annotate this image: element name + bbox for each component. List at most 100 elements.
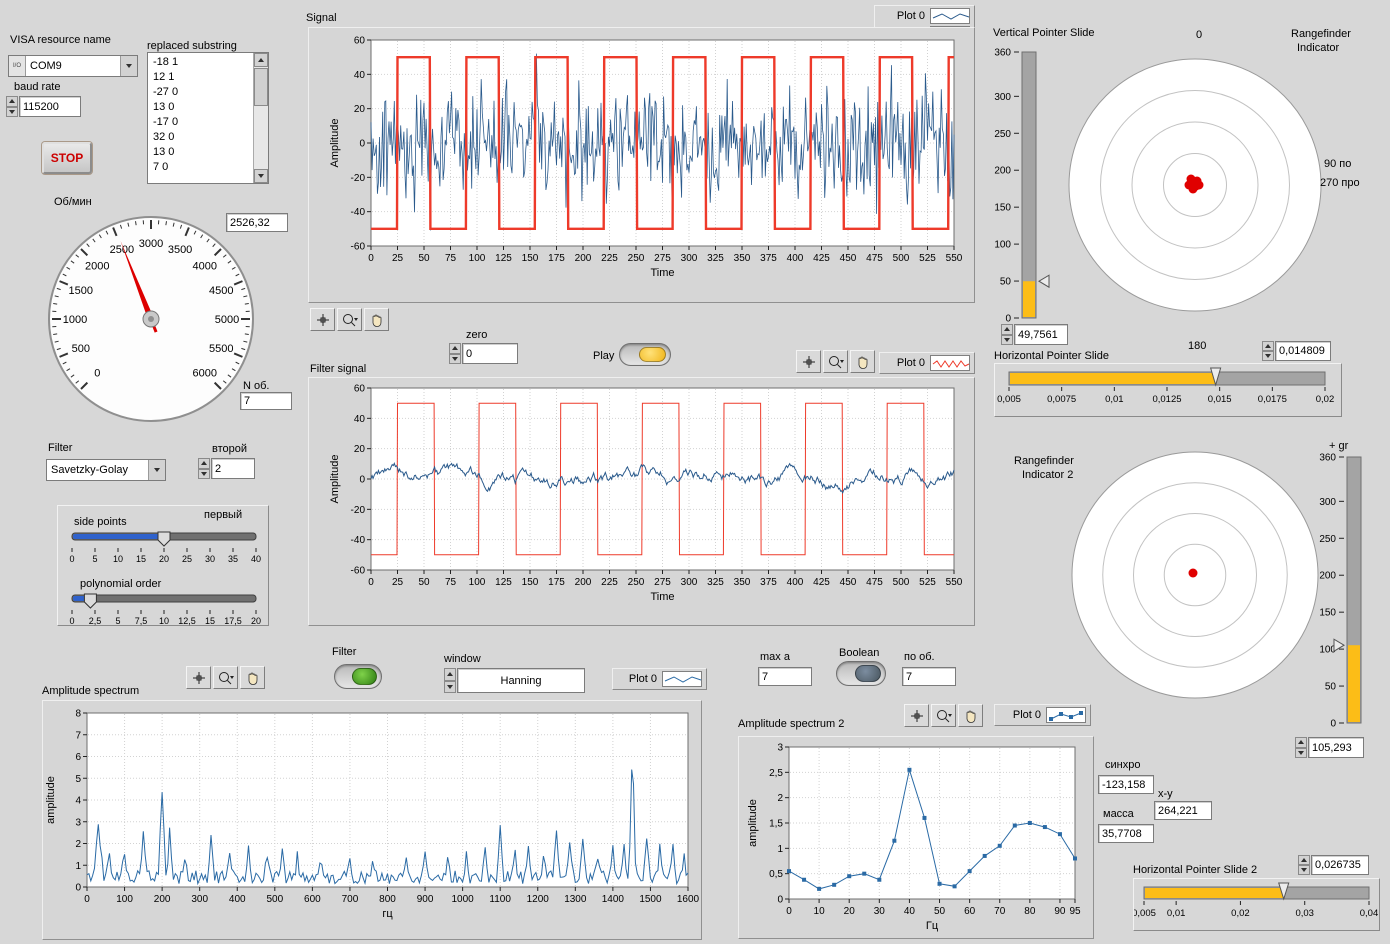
pan-tool-button[interactable]	[958, 704, 983, 727]
list-item[interactable]: -17 0	[150, 115, 252, 130]
legend-item[interactable]: Plot 0	[615, 670, 704, 688]
filter-legend[interactable]: Plot 0	[879, 352, 975, 374]
increment-icon[interactable]	[198, 458, 210, 469]
svg-text:1500: 1500	[639, 894, 662, 905]
visa-resource-combo[interactable]: I/O COM9	[8, 55, 138, 77]
increment-icon[interactable]	[1295, 737, 1307, 748]
legend-item[interactable]: Plot 0	[877, 7, 972, 25]
baud-rate-value[interactable]: 115200	[19, 96, 81, 117]
horizontal-pointer-slide[interactable]: 0,0050,00750,010,01250,0150,01750,02	[995, 364, 1341, 416]
increment-icon[interactable]	[6, 96, 18, 107]
combo-dropdown-arrow-icon[interactable]	[120, 56, 137, 76]
svg-text:40: 40	[251, 554, 261, 564]
hps2-value[interactable]: 0,026735	[1311, 855, 1369, 875]
filter-led-toggle[interactable]	[334, 664, 382, 689]
filter-ring-label: Filter	[48, 442, 72, 454]
increment-icon[interactable]	[1262, 341, 1274, 351]
spectrum-graph-palette[interactable]	[186, 666, 265, 689]
svg-text:475: 475	[866, 577, 883, 588]
list-item[interactable]: 13 0	[150, 100, 252, 115]
vps1-value[interactable]: 49,7561	[1014, 324, 1068, 345]
filter-graph-palette[interactable]	[796, 350, 875, 373]
decrement-icon[interactable]	[1295, 748, 1307, 759]
filter-sliders-panel: side points первый 0510152025303540 poly…	[57, 505, 269, 626]
hps2-digital-display[interactable]: 0,026735	[1298, 855, 1369, 875]
vertical-pointer-slide-2[interactable]: 050100150200250300360	[1305, 445, 1385, 735]
visa-resource-value: COM9	[26, 56, 120, 76]
zoom-tool-button[interactable]	[931, 704, 956, 727]
window-value[interactable]: Hanning	[457, 668, 585, 693]
window-control[interactable]: Hanning	[444, 668, 585, 693]
spectrum2-graph-palette[interactable]	[904, 704, 983, 727]
vertical-pointer-slide[interactable]: 050100150200250300360	[978, 42, 1056, 328]
increment-icon[interactable]	[1001, 324, 1013, 335]
cursor-tool-button[interactable]	[310, 308, 335, 331]
zoom-tool-button[interactable]	[213, 666, 238, 689]
decrement-icon[interactable]	[1001, 335, 1013, 346]
pan-tool-button[interactable]	[364, 308, 389, 331]
side-points-slider[interactable]: 0510152025303540	[64, 526, 264, 570]
cursor-tool-button[interactable]	[796, 350, 821, 373]
cursor-tool-button[interactable]	[904, 704, 929, 727]
decrement-icon[interactable]	[1262, 351, 1274, 361]
ring-dropdown-arrow-icon[interactable]	[148, 460, 165, 480]
pan-tool-button[interactable]	[850, 350, 875, 373]
svg-text:30: 30	[205, 554, 215, 564]
svg-text:5: 5	[92, 554, 97, 564]
vps2-value[interactable]: 105,293	[1308, 737, 1364, 758]
listbox-items[interactable]: -18 112 1-27 013 0-17 032 013 07 0	[150, 55, 252, 181]
play-toggle[interactable]	[619, 343, 671, 366]
increment-icon[interactable]	[1298, 855, 1310, 865]
vps1-digital-display[interactable]: 49,7561	[1001, 324, 1068, 345]
decrement-icon[interactable]	[1298, 865, 1310, 875]
cursor-tool-button[interactable]	[186, 666, 211, 689]
hps1-value[interactable]: 0,014809	[1275, 341, 1331, 361]
list-item[interactable]: 32 0	[150, 130, 252, 145]
replaced-substring-listbox[interactable]: -18 112 1-27 013 0-17 032 013 07 0	[147, 52, 269, 184]
vtoroy-value[interactable]: 2	[211, 458, 255, 479]
baud-rate-control[interactable]: 115200	[6, 96, 81, 117]
listbox-scrollbar[interactable]	[253, 53, 268, 183]
increment-icon[interactable]	[449, 343, 461, 354]
increment-icon[interactable]	[444, 668, 456, 681]
boolean-lamp-icon	[855, 665, 881, 682]
svg-text:10: 10	[113, 554, 123, 564]
scroll-up-icon[interactable]	[254, 53, 268, 67]
signal-graph-palette[interactable]	[310, 308, 389, 331]
zoom-tool-button[interactable]	[823, 350, 848, 373]
list-item[interactable]: 12 1	[150, 70, 252, 85]
zero-control[interactable]: 0	[449, 343, 518, 364]
zoom-tool-button[interactable]	[337, 308, 362, 331]
svg-text:-20: -20	[351, 505, 366, 516]
polynomial-order-slider[interactable]: 02,557,51012,51517,520	[64, 588, 264, 626]
list-item[interactable]: 13 0	[150, 145, 252, 160]
legend-item[interactable]: Plot 0	[882, 354, 972, 372]
decrement-icon[interactable]	[449, 354, 461, 365]
vps1-label: Vertical Pointer Slide	[993, 27, 1095, 39]
hps1-digital-display[interactable]: 0,014809	[1262, 341, 1331, 361]
decrement-icon[interactable]	[6, 107, 18, 118]
vps2-digital-display[interactable]: 105,293	[1295, 737, 1364, 758]
list-item[interactable]: 7 0	[150, 160, 252, 175]
spectrum2-legend[interactable]: Plot 0	[994, 704, 1091, 726]
svg-text:15: 15	[205, 616, 215, 626]
vtoroy-control[interactable]: 2	[198, 458, 255, 479]
decrement-icon[interactable]	[198, 469, 210, 480]
decrement-icon[interactable]	[444, 681, 456, 694]
filter-ring-control[interactable]: Savetzky-Golay	[46, 459, 166, 481]
spectrum-legend[interactable]: Plot 0	[612, 668, 707, 690]
legend-item[interactable]: Plot 0	[997, 706, 1088, 724]
list-item[interactable]: -27 0	[150, 85, 252, 100]
list-item[interactable]: -18 1	[150, 55, 252, 70]
pan-tool-button[interactable]	[240, 666, 265, 689]
boolean-toggle[interactable]	[836, 661, 886, 686]
svg-text:35: 35	[228, 554, 238, 564]
stop-button[interactable]: STOP	[42, 142, 92, 174]
zero-value[interactable]: 0	[462, 343, 518, 364]
scroll-down-icon[interactable]	[254, 169, 268, 183]
horizontal-pointer-slide-2[interactable]: 0,0050,010,020,030,04	[1134, 879, 1379, 930]
svg-text:400: 400	[787, 253, 804, 264]
svg-text:1200: 1200	[527, 894, 550, 905]
svg-text:75: 75	[445, 577, 457, 588]
scrollbar-thumb[interactable]	[254, 68, 268, 106]
